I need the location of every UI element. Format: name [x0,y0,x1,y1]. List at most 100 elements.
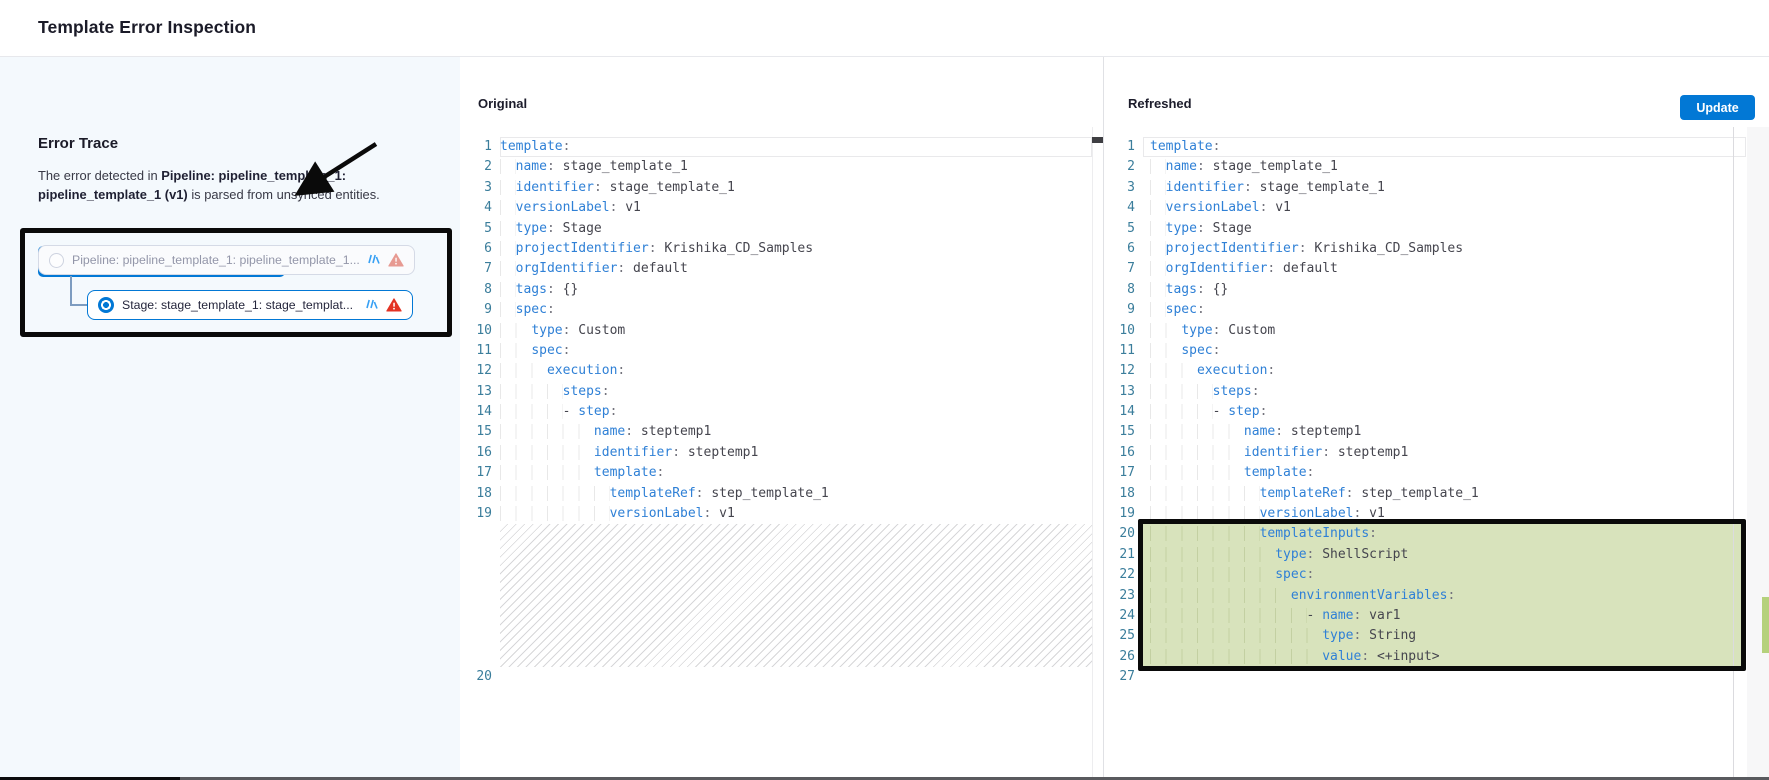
yaml-token: : [672,445,680,460]
line-number: 20 [1105,524,1143,544]
indent-guides [500,343,531,358]
code-text[interactable]: name: steptemp1 [1143,422,1746,442]
code-text[interactable]: versionLabel: v1 [1143,198,1746,218]
code-text[interactable]: spec: [1143,565,1746,585]
code-text[interactable]: execution: [1143,361,1746,381]
refreshed-yaml-editor[interactable]: 1template:2 name: stage_template_13 iden… [1105,127,1746,777]
code-text[interactable]: name: stage_template_1 [1143,157,1746,177]
line-number: 16 [1105,443,1143,463]
code-text[interactable]: type: Custom [500,321,1092,341]
code-text[interactable]: templateRef: step_template_1 [1143,484,1746,504]
code-text[interactable]: projectIdentifier: Krishika_CD_Samples [500,239,1092,259]
yaml-token: : [617,363,625,378]
code-text[interactable]: type: Stage [500,219,1092,239]
code-line: 10 type: Custom [460,321,1092,341]
code-text[interactable]: steps: [1143,382,1746,402]
code-text[interactable]: versionLabel: v1 [500,504,1092,524]
yaml-token: name [516,159,547,174]
refreshed-editor-scrollbar-track[interactable] [1747,127,1769,777]
line-number: 9 [460,300,500,320]
code-text[interactable]: type: String [1143,626,1746,646]
code-text[interactable]: spec: [1143,341,1746,361]
yaml-token: type [531,323,562,338]
code-text[interactable]: versionLabel: v1 [500,198,1092,218]
yaml-token: : [547,302,555,317]
diff-panes-divider[interactable] [1103,57,1104,777]
code-text[interactable]: template: [1143,463,1746,483]
line-number: 21 [1105,545,1143,565]
yaml-token: type [1166,221,1197,236]
code-text[interactable] [500,667,1092,687]
code-text[interactable]: versionLabel: v1 [1143,504,1746,524]
code-text[interactable]: type: ShellScript [1143,545,1746,565]
code-line: 2 name: stage_template_1 [1105,157,1746,177]
yaml-token: orgIdentifier [516,261,618,276]
code-text[interactable]: identifier: steptemp1 [500,443,1092,463]
yaml-token: : [563,343,571,358]
code-text[interactable]: type: Custom [1143,321,1746,341]
diff-collapsed-region [500,524,1092,667]
code-text[interactable]: value: <+input> [1143,647,1746,667]
original-pane-title: Original [478,96,527,111]
tree-item-stage[interactable]: Stage: stage_template_1: stage_templat..… [87,290,413,320]
code-text[interactable]: spec: [500,300,1092,320]
original-yaml-editor[interactable]: 1template:2 name: stage_template_13 iden… [460,127,1092,777]
code-text[interactable]: orgIdentifier: default [500,259,1092,279]
code-text[interactable]: orgIdentifier: default [1143,259,1746,279]
line-number: 4 [460,198,500,218]
yaml-token: identifier [594,445,672,460]
code-text[interactable]: identifier: stage_template_1 [1143,178,1746,198]
code-line: 11 spec: [1105,341,1746,361]
code-text[interactable]: tags: {} [500,280,1092,300]
code-text[interactable]: type: Stage [1143,219,1746,239]
code-text[interactable]: template: [1143,137,1746,157]
overview-ruler-added-marker [1762,597,1769,653]
update-button[interactable]: Update [1680,95,1755,120]
yaml-token: stage_template_1 [555,159,688,174]
code-text[interactable]: name: stage_template_1 [500,157,1092,177]
code-text[interactable]: projectIdentifier: Krishika_CD_Samples [1143,239,1746,259]
yaml-token: spec [531,343,562,358]
indent-guides [1150,628,1322,643]
code-text[interactable]: template: [500,137,1092,157]
code-text[interactable]: steps: [500,382,1092,402]
yaml-token: spec [1275,567,1306,582]
code-text[interactable] [1143,667,1746,687]
yaml-token: default [1275,261,1338,276]
error-description-suffix: is parsed from unsynced entities. [188,187,380,202]
line-number: 24 [1105,606,1143,626]
yaml-token: {} [555,282,578,297]
yaml-token: templateRef [1260,486,1346,501]
indent-guides [500,221,516,236]
code-text[interactable]: templateInputs: [1143,524,1746,544]
indent-guides [500,506,610,521]
code-line: 1template: [460,137,1092,157]
yaml-token: execution [547,363,617,378]
tree-item-pipeline[interactable]: Pipeline: pipeline_template_1: pipeline_… [38,245,415,275]
yaml-token: - [1307,608,1323,623]
code-text[interactable]: identifier: stage_template_1 [500,178,1092,198]
code-text[interactable]: templateRef: step_template_1 [500,484,1092,504]
yaml-token: value [1322,649,1361,664]
code-text[interactable]: template: [500,463,1092,483]
code-text[interactable]: - step: [1143,402,1746,422]
code-text[interactable]: - name: var1 [1143,606,1746,626]
code-text[interactable]: identifier: steptemp1 [1143,443,1746,463]
code-text[interactable]: - step: [500,402,1092,422]
original-editor-scrollbar-thumb[interactable] [1092,137,1103,143]
line-number: 26 [1105,647,1143,667]
line-number: 10 [1105,321,1143,341]
radio-unselected[interactable] [49,253,64,268]
code-text[interactable]: spec: [500,341,1092,361]
indent-guides [500,323,531,338]
yaml-token: versionLabel [610,506,704,521]
yaml-token: : [649,241,657,256]
code-text[interactable]: tags: {} [1143,280,1746,300]
code-text[interactable]: environmentVariables: [1143,586,1746,606]
code-text[interactable]: name: steptemp1 [500,422,1092,442]
code-text[interactable]: execution: [500,361,1092,381]
code-text[interactable]: spec: [1143,300,1746,320]
yaml-token: step_template_1 [1354,486,1479,501]
radio-selected[interactable] [98,297,114,313]
code-line: 18 templateRef: step_template_1 [460,484,1092,504]
